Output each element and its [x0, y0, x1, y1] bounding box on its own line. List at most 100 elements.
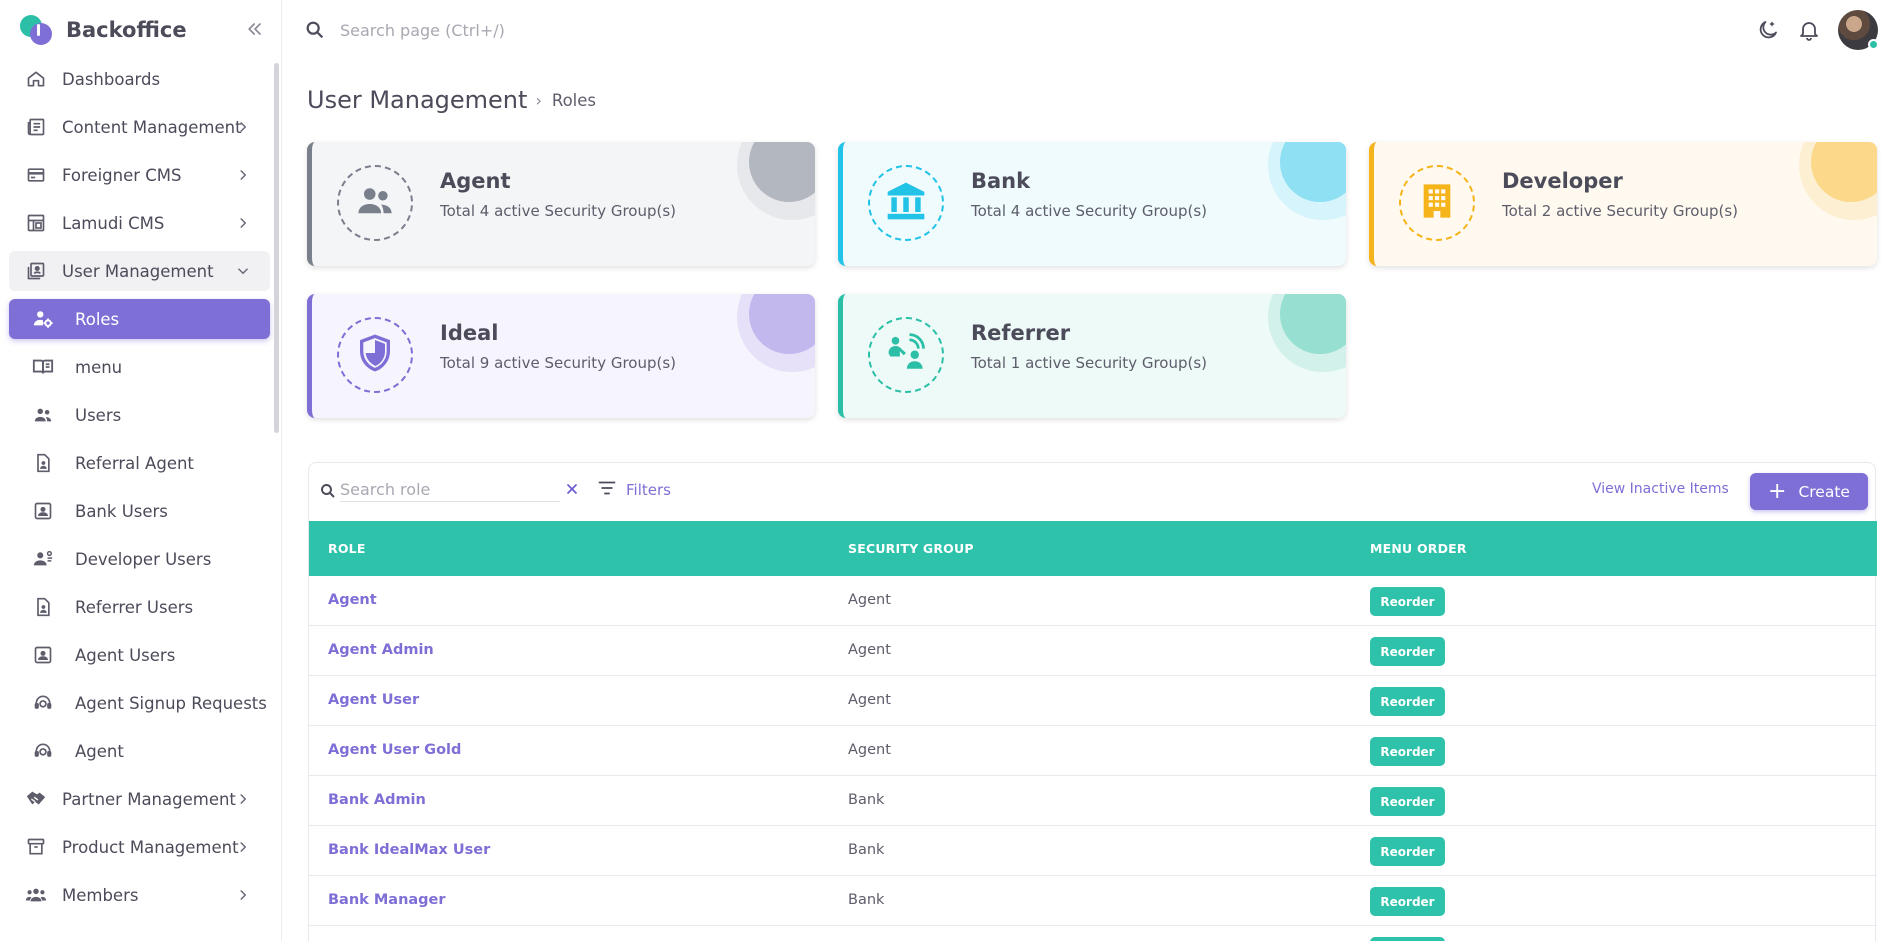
- card-icon-ring: [337, 317, 413, 393]
- role-card-ideal[interactable]: Ideal Total 9 active Security Group(s): [307, 294, 815, 418]
- user-book-icon: [24, 259, 48, 283]
- collapse-sidebar-icon[interactable]: [244, 18, 266, 40]
- sidebar-item-label: Lamudi CMS: [62, 213, 165, 233]
- brand[interactable]: Backoffice: [18, 13, 187, 47]
- brand-logo-icon: [18, 13, 58, 47]
- sidebar-item-agent-users[interactable]: Agent Users: [9, 635, 270, 675]
- chevron-right-icon: [234, 838, 252, 856]
- bell-icon[interactable]: [1797, 18, 1821, 42]
- role-link[interactable]: Bank Manager: [328, 892, 446, 908]
- moon-icon[interactable]: [1756, 18, 1780, 42]
- archive-icon: [24, 835, 48, 859]
- sidebar-item-label: Product Management: [62, 837, 239, 857]
- role-link[interactable]: Agent Admin: [328, 642, 434, 658]
- sidebar-item-label: Agent Users: [75, 645, 176, 665]
- role-card-agent[interactable]: Agent Total 4 active Security Group(s): [307, 142, 815, 266]
- role-card-bank[interactable]: Bank Total 4 active Security Group(s): [838, 142, 1346, 266]
- sidebar-item-lamudi-cms[interactable]: Lamudi CMS: [9, 203, 270, 243]
- role-link[interactable]: Agent User Gold: [328, 742, 461, 758]
- sidebar-item-label: Members: [62, 885, 139, 905]
- column-header-security-group[interactable]: SECURITY GROUP: [848, 541, 974, 556]
- sidebar-item-partner-management[interactable]: Partner Management: [9, 779, 270, 819]
- reorder-button[interactable]: Reorder: [1370, 687, 1445, 716]
- sidebar-item-users[interactable]: Users: [9, 395, 270, 435]
- role-link[interactable]: Agent User: [328, 692, 419, 708]
- role-link[interactable]: Bank Admin: [328, 792, 426, 808]
- handshake-icon: [24, 787, 48, 811]
- users-icon: [354, 180, 396, 226]
- sidebar-item-agent[interactable]: Agent: [9, 731, 270, 771]
- breadcrumb-user-management[interactable]: User Management: [307, 86, 527, 114]
- table-row: Bank Manager Bank Reorder: [309, 876, 1877, 926]
- reorder-button[interactable]: Reorder: [1370, 887, 1445, 916]
- support-agent-icon: [31, 691, 55, 715]
- table-row: Bank IdealMax User Bank Reorder: [309, 826, 1877, 876]
- chevron-right-icon: [234, 886, 252, 904]
- sidebar-item-agent-signup-requests[interactable]: Agent Signup Requests: [9, 683, 270, 723]
- filters-button[interactable]: Filters: [596, 477, 671, 503]
- table-row: [309, 926, 1877, 941]
- sidebar-item-members[interactable]: Members: [9, 875, 270, 915]
- topbar: [282, 0, 1895, 60]
- contact-box-icon: [31, 643, 55, 667]
- sidebar-item-label: Referrer Users: [75, 597, 194, 617]
- security-group-cell: Agent: [848, 642, 891, 658]
- card-icon: [24, 163, 48, 187]
- breadcrumb-current: Roles: [551, 90, 596, 110]
- sidebar-item-label: Agent: [75, 741, 124, 761]
- clear-search-icon[interactable]: [563, 480, 583, 500]
- menu-book-icon: [31, 355, 55, 379]
- contact-file-icon: [31, 451, 55, 475]
- search-page-input[interactable]: [340, 18, 740, 42]
- create-button[interactable]: + Create: [1750, 473, 1868, 510]
- table-row: Agent User Agent Reorder: [309, 676, 1877, 726]
- filters-label: Filters: [626, 481, 671, 499]
- sidebar-item-label: Referral Agent: [75, 453, 194, 473]
- security-group-cell: Agent: [848, 692, 891, 708]
- role-card-referrer[interactable]: Referrer Total 1 active Security Group(s…: [838, 294, 1346, 418]
- search-icon[interactable]: [304, 19, 326, 41]
- reorder-button[interactable]: Reorder: [1370, 787, 1445, 816]
- column-header-role[interactable]: ROLE: [328, 541, 366, 556]
- sidebar-scrollbar[interactable]: [274, 63, 279, 433]
- sidebar-item-developer-users[interactable]: Developer Users: [9, 539, 270, 579]
- sidebar-item-foreigner-cms[interactable]: Foreigner CMS: [9, 155, 270, 195]
- role-link[interactable]: Bank IdealMax User: [328, 842, 490, 858]
- reorder-button[interactable]: Reorder: [1370, 837, 1445, 866]
- card-subtitle: Total 1 active Security Group(s): [971, 354, 1208, 372]
- sidebar-item-user-management[interactable]: User Management: [9, 251, 270, 291]
- security-group-cell: Agent: [848, 742, 891, 758]
- sidebar-item-roles[interactable]: Roles: [9, 299, 270, 339]
- sidebar-item-menu[interactable]: menu: [9, 347, 270, 387]
- sidebar-item-bank-users[interactable]: Bank Users: [9, 491, 270, 531]
- reorder-button[interactable]: Reorder: [1370, 737, 1445, 766]
- column-header-menu-order[interactable]: MENU ORDER: [1370, 541, 1467, 556]
- table-header: ROLE SECURITY GROUP MENU ORDER: [309, 521, 1877, 576]
- building-icon: [1417, 181, 1457, 225]
- role-link[interactable]: Agent: [328, 592, 377, 608]
- search-role-input[interactable]: [340, 478, 560, 502]
- sidebar-item-label: menu: [75, 357, 123, 377]
- reorder-button[interactable]: Reorder: [1370, 637, 1445, 666]
- user-gear-icon: [31, 307, 55, 331]
- sidebar-item-referrer-users[interactable]: Referrer Users: [9, 587, 270, 627]
- sidebar-item-label: Partner Management: [62, 789, 236, 809]
- chevron-right-icon: [234, 214, 252, 232]
- sidebar-nav: Dashboards Content Management Foreigner …: [9, 59, 270, 923]
- reorder-button[interactable]: Reorder: [1370, 587, 1445, 616]
- role-card-developer[interactable]: Developer Total 2 active Security Group(…: [1369, 142, 1877, 266]
- avatar[interactable]: [1838, 10, 1879, 50]
- view-inactive-items-link[interactable]: View Inactive Items: [1592, 481, 1729, 497]
- card-subtitle: Total 4 active Security Group(s): [440, 202, 677, 220]
- referral-icon: [885, 332, 927, 378]
- reorder-button[interactable]: [1370, 937, 1445, 941]
- sidebar-item-content-management[interactable]: Content Management: [9, 107, 270, 147]
- group-icon: [24, 883, 48, 907]
- sidebar-item-dashboards[interactable]: Dashboards: [9, 59, 270, 99]
- create-label: Create: [1798, 482, 1850, 501]
- sidebar-item-product-management[interactable]: Product Management: [9, 827, 270, 867]
- sidebar-item-label: Dashboards: [62, 69, 161, 89]
- sidebar-item-referral-agent[interactable]: Referral Agent: [9, 443, 270, 483]
- sidebar-item-label: Content Management: [62, 117, 242, 137]
- newspaper-icon: [24, 115, 48, 139]
